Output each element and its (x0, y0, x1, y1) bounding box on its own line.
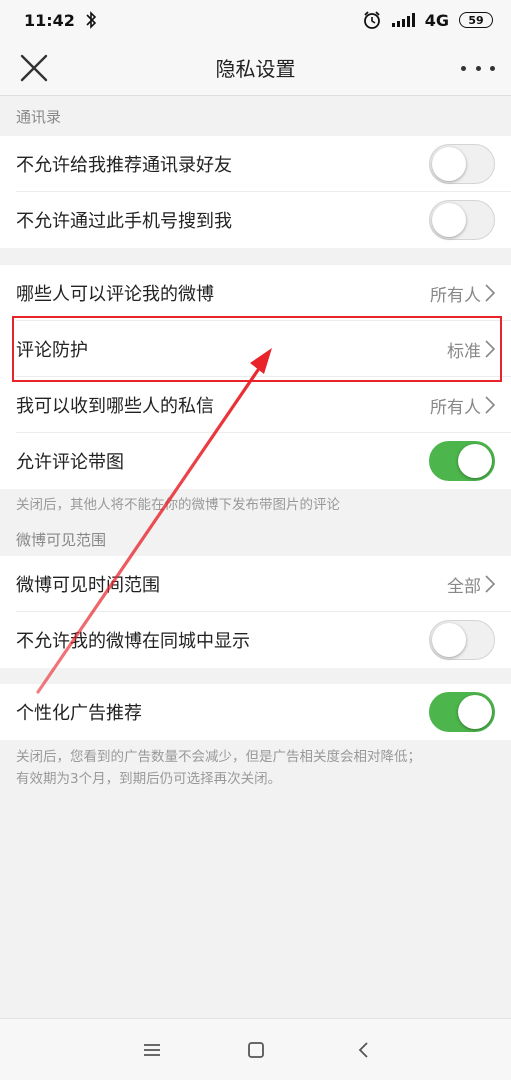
row-value: 所有人 (430, 397, 481, 418)
row-label: 哪些人可以评论我的微博 (16, 284, 214, 305)
ads-note: 关闭后，您看到的广告数量不会减少，但是广告相关度会相对降低； 有效期为3个月，到… (0, 746, 511, 790)
row-who-can-message[interactable]: 我可以收到哪些人的私信 所有人 (0, 377, 511, 433)
alarm-icon (363, 11, 380, 29)
row-visible-time-range[interactable]: 微博可见时间范围 全部 (0, 556, 511, 612)
toggle-no-same-city[interactable] (429, 620, 495, 660)
section-header-visibility: 微博可见范围 (16, 530, 107, 549)
page-title: 隐私设置 (215, 57, 296, 81)
back-icon[interactable] (350, 1037, 378, 1063)
status-time: 11:42 (24, 10, 75, 30)
toggle-no-recommend-contacts[interactable] (429, 144, 495, 184)
comment-images-note: 关闭后，其他人将不能在你的微博下发布带图片的评论 (16, 497, 340, 513)
more-icon[interactable] (461, 54, 495, 82)
battery-indicator: 59 (459, 12, 493, 28)
ads-note-line2: 有效期为3个月，到期后仍可选择再次关闭。 (16, 771, 282, 787)
toggle-personalized-ads[interactable] (429, 692, 495, 732)
row-label: 不允许给我推荐通讯录好友 (16, 155, 232, 176)
chevron-right-icon (485, 575, 495, 593)
row-label: 不允许通过此手机号搜到我 (16, 211, 232, 232)
annotation-highlight-box (12, 316, 502, 382)
ads-note-line1: 关闭后，您看到的广告数量不会减少，但是广告相关度会相对降低； (16, 749, 421, 765)
row-label: 允许评论带图 (16, 452, 124, 473)
menu-icon[interactable] (138, 1037, 166, 1063)
row-who-can-comment[interactable]: 哪些人可以评论我的微博 所有人 (0, 265, 511, 321)
row-personalized-ads: 个性化广告推荐 (0, 684, 511, 740)
row-label: 微博可见时间范围 (16, 575, 160, 596)
signal-icon (391, 13, 415, 27)
nav-bar: 隐私设置 (0, 40, 511, 96)
network-type: 4G (424, 10, 449, 30)
chevron-right-icon (485, 284, 495, 302)
row-no-recommend-contacts: 不允许给我推荐通讯录好友 (0, 136, 511, 192)
toggle-no-search-by-phone[interactable] (429, 200, 495, 240)
row-value: 所有人 (430, 285, 481, 306)
row-no-same-city: 不允许我的微博在同城中显示 (0, 612, 511, 668)
close-icon[interactable] (18, 52, 50, 84)
section-header-contacts: 通讯录 (16, 107, 62, 126)
row-label: 我可以收到哪些人的私信 (16, 396, 214, 417)
system-nav-bar (0, 1018, 511, 1080)
row-value: 全部 (447, 576, 481, 597)
row-label: 不允许我的微博在同城中显示 (16, 631, 250, 652)
toggle-allow-comment-images[interactable] (429, 441, 495, 481)
bluetooth-icon (86, 11, 97, 29)
status-bar: 11:42 4G 59 (0, 0, 511, 40)
row-no-search-by-phone: 不允许通过此手机号搜到我 (0, 192, 511, 248)
row-label: 个性化广告推荐 (16, 703, 142, 724)
chevron-right-icon (485, 396, 495, 414)
row-allow-comment-images: 允许评论带图 (0, 433, 511, 489)
home-icon[interactable] (242, 1037, 270, 1063)
